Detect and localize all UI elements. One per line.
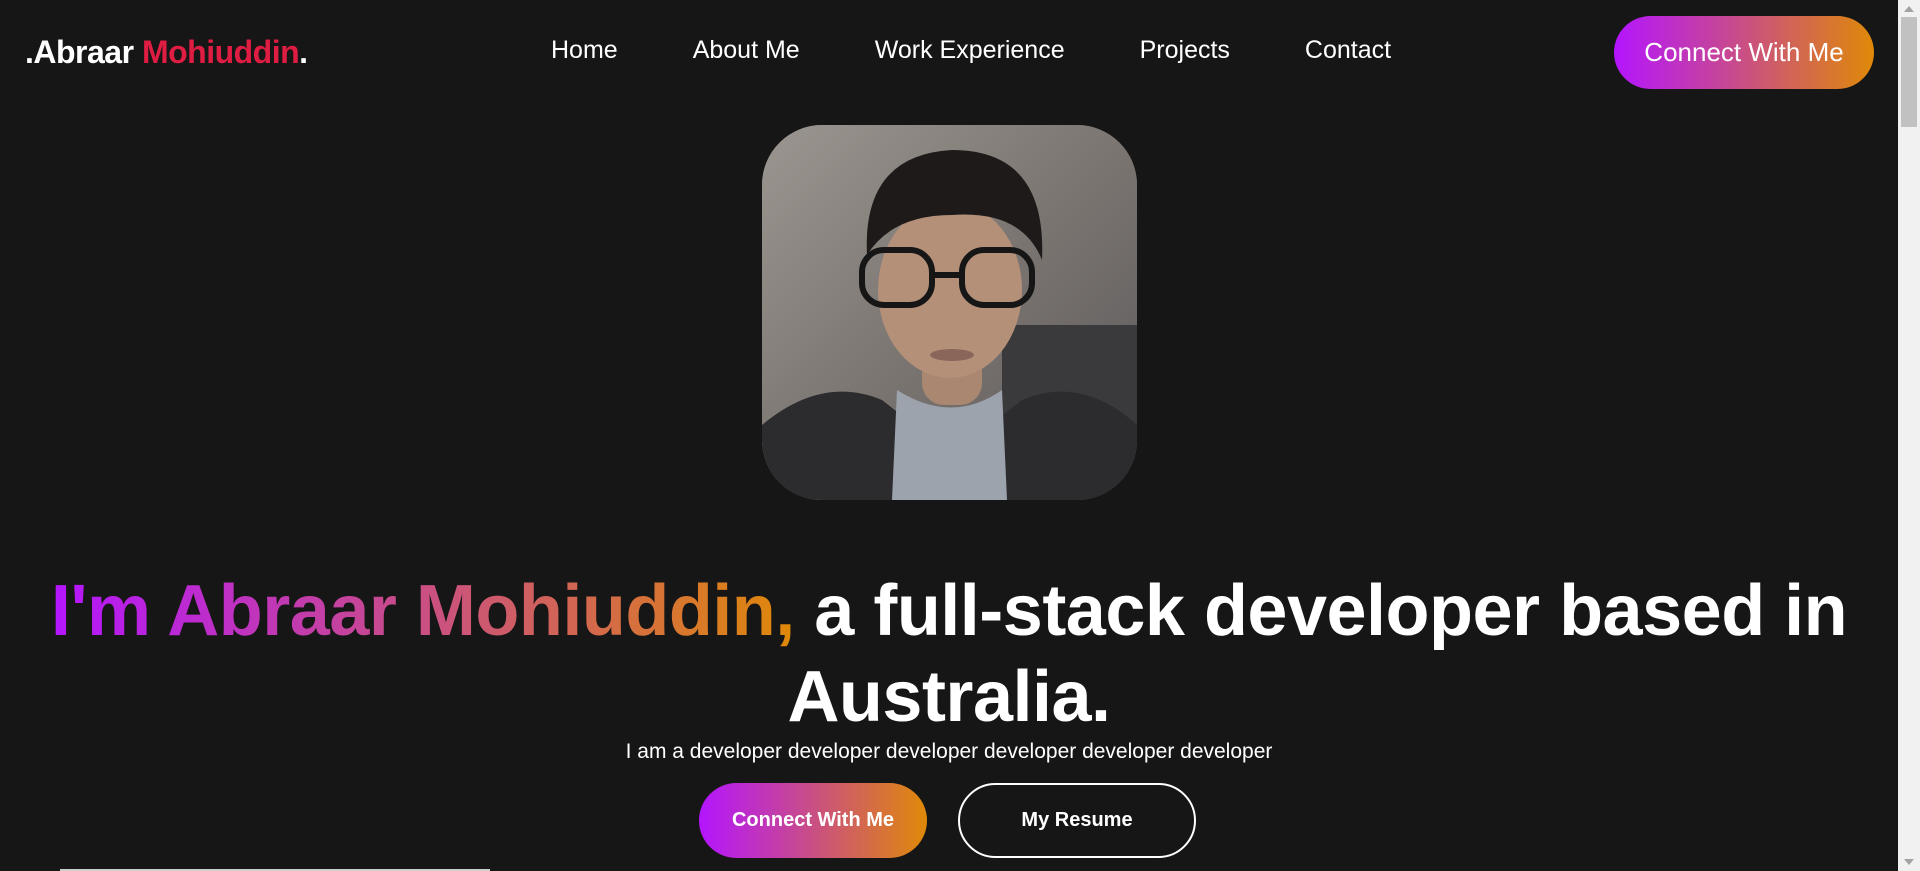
nav-menu: Home About Me Work Experience Projects C…: [551, 36, 1391, 65]
hero-subtitle: I am a developer developer developer dev…: [625, 740, 1273, 763]
profile-photo-illustration: [762, 125, 1137, 500]
vertical-scrollbar[interactable]: [1898, 0, 1920, 871]
nav-item-projects[interactable]: Projects: [1140, 36, 1230, 65]
nav-item-contact[interactable]: Contact: [1305, 36, 1391, 65]
scroll-down-icon[interactable]: [1904, 859, 1914, 865]
profile-photo: [762, 125, 1137, 500]
nav-item-about[interactable]: About Me: [693, 36, 800, 65]
site-logo[interactable]: .Abraar Mohiuddin.: [25, 34, 308, 71]
nav-item-home[interactable]: Home: [551, 36, 618, 65]
nav-item-work-experience[interactable]: Work Experience: [875, 36, 1065, 65]
hero-actions: Connect With Me My Resume: [699, 783, 1196, 858]
navbar: .Abraar Mohiuddin. Home About Me Work Ex…: [0, 0, 1898, 105]
scrollbar-thumb[interactable]: [1901, 17, 1917, 127]
connect-with-me-nav-button[interactable]: Connect With Me: [1614, 16, 1874, 89]
scroll-up-icon[interactable]: [1904, 6, 1914, 12]
connect-with-me-button[interactable]: Connect With Me: [699, 783, 927, 858]
my-resume-button[interactable]: My Resume: [958, 783, 1196, 858]
hero-headline-rest: a full-stack developer based in Australi…: [787, 571, 1848, 738]
logo-prefix: .Abraar: [25, 34, 134, 70]
logo-suffix: .: [299, 34, 308, 70]
logo-accent: Mohiuddin: [141, 34, 300, 70]
hero-headline: I'm Abraar Mohiuddin, a full-stack devel…: [0, 568, 1898, 740]
hero-headline-name: I'm Abraar Mohiuddin,: [50, 571, 795, 652]
